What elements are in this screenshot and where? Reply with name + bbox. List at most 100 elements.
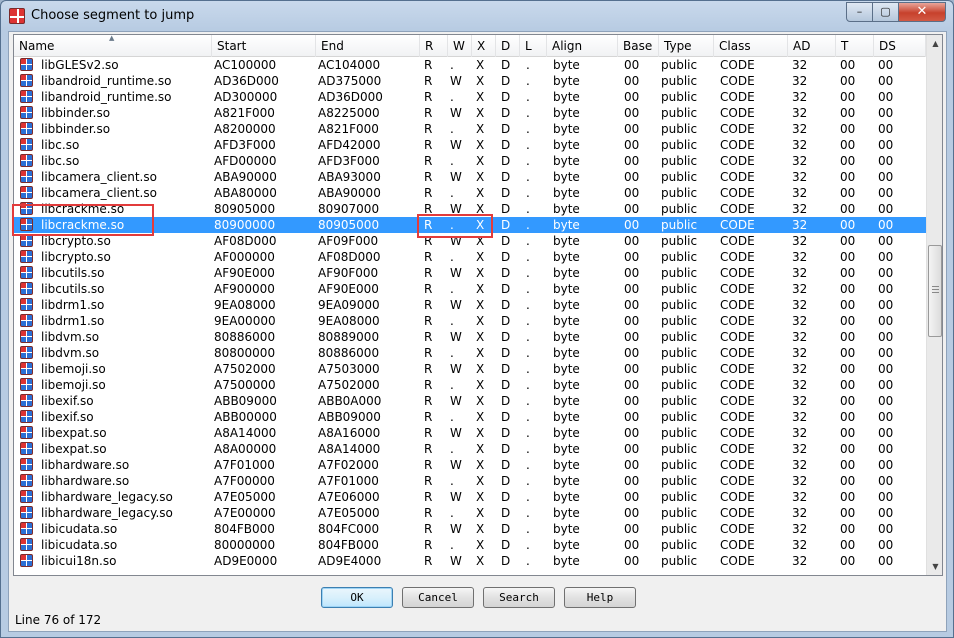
cell-type: public — [661, 90, 698, 104]
cell-name: libc.so — [41, 138, 80, 152]
table-row[interactable]: libcutils.so AF900000 AF90E000 R. X D. byte 00 p… — [14, 281, 926, 297]
minimize-button[interactable]: – — [846, 2, 873, 22]
column-header-l[interactable]: L — [520, 35, 547, 57]
cell-name: libdrm1.so — [41, 314, 105, 328]
column-header-x[interactable]: X — [472, 35, 496, 57]
cell-x: X — [476, 362, 485, 376]
column-header-class[interactable]: Class — [714, 35, 788, 57]
column-header-align[interactable]: Align — [547, 35, 618, 57]
table-row[interactable]: libdvm.so 80800000 80886000 R. X D. byte 00 publ… — [14, 345, 926, 361]
table-row[interactable]: libicudata.so 80000000 804FB000 R. X D. byte 00… — [14, 537, 926, 553]
cell-name: libcrypto.so — [41, 234, 111, 248]
table-row[interactable]: libemoji.so A7500000 A7502000 R. X D. byte 00 pu… — [14, 377, 926, 393]
table-row[interactable]: libhardware_legacy.so A7E05000 A7E06000 R W X… — [14, 489, 926, 505]
cell-d: D — [501, 250, 511, 264]
vertical-scrollbar[interactable]: ▲ ▼ — [926, 35, 942, 575]
cell-ad: 32 — [792, 218, 808, 232]
cancel-button[interactable]: Cancel — [402, 587, 474, 608]
column-header-start[interactable]: Start — [212, 35, 316, 57]
cell-name: libandroid_runtime.so — [41, 74, 172, 88]
help-button[interactable]: Help — [564, 587, 636, 608]
table-row[interactable]: libcrypto.so AF08D000 AF09F000 R W X D. byte 00 p… — [14, 233, 926, 249]
cell-type: public — [661, 330, 698, 344]
cell-r: R — [424, 170, 433, 184]
cell-end: AFD3F000 — [318, 154, 380, 168]
cell-w: W — [450, 266, 462, 280]
close-button[interactable]: ✕ — [898, 2, 946, 22]
table-row[interactable]: libdrm1.so 9EA08000 9EA09000 R W X D. byte 00 pub… — [14, 297, 926, 313]
segment-list[interactable]: Name ▲ Start End R W X D L Align Base Type Class AD T D… — [13, 34, 943, 576]
table-row[interactable]: libcrypto.so AF000000 AF08D000 R. X D. byte 00 p… — [14, 249, 926, 265]
cell-align: byte — [553, 394, 580, 408]
cell-base: 00 — [624, 106, 640, 120]
table-row[interactable]: libexpat.so A8A00000 A8A14000 R. X D. byte 00 pu… — [14, 441, 926, 457]
column-header-w[interactable]: W — [448, 35, 472, 57]
cell-d: D — [501, 90, 511, 104]
cell-l: . — [526, 378, 530, 392]
table-row[interactable]: libcutils.so AF90E000 AF90F000 R W X D. byte 00 p… — [14, 265, 926, 281]
table-row[interactable]: libcamera_client.so ABA90000 ABA93000 R W X D.… — [14, 169, 926, 185]
cell-end: A821F000 — [318, 122, 379, 136]
column-header-name[interactable]: Name ▲ — [14, 35, 212, 57]
column-header-base[interactable]: Base — [618, 35, 659, 57]
cell-type: public — [661, 442, 698, 456]
table-row[interactable]: libexif.so ABB09000 ABB0A000 R W X D. byte 00 pub… — [14, 393, 926, 409]
cell-start: ABA80000 — [214, 186, 277, 200]
cell-r: R — [424, 266, 433, 280]
column-header-ad[interactable]: AD — [788, 35, 836, 57]
table-row[interactable]: libdrm1.so 9EA00000 9EA08000 R. X D. byte 00 pub… — [14, 313, 926, 329]
cell-name: libcutils.so — [41, 266, 105, 280]
cell-d: D — [501, 426, 511, 440]
table-row[interactable]: libicudata.so 804FB000 804FC000 R W X D. byte 00… — [14, 521, 926, 537]
table-row[interactable]: libexif.so ABB00000 ABB09000 R. X D. byte 00 pub… — [14, 409, 926, 425]
cell-d: D — [501, 186, 511, 200]
table-row[interactable]: libandroid_runtime.so AD300000 AD36D000 R. X… — [14, 89, 926, 105]
table-row[interactable]: libdvm.so 80886000 80889000 R W X D. byte 00 publ… — [14, 329, 926, 345]
cell-r: R — [424, 154, 433, 168]
cell-ds: 00 — [878, 490, 894, 504]
table-row[interactable]: libicui18n.so AD9E0000 AD9E4000 R W X D. byte 00… — [14, 553, 926, 569]
table-row[interactable]: libc.so AFD00000 AFD3F000 R. X D. byte 00 public… — [14, 153, 926, 169]
ok-button[interactable]: OK — [321, 587, 393, 608]
table-row[interactable]: libcamera_client.so ABA80000 ABA90000 R. X D.… — [14, 185, 926, 201]
search-button[interactable]: Search — [483, 587, 555, 608]
cell-d: D — [501, 298, 511, 312]
cell-l: . — [526, 266, 530, 280]
column-header-type[interactable]: Type — [659, 35, 714, 57]
cell-r: R — [424, 138, 433, 152]
column-header-d[interactable]: D — [496, 35, 520, 57]
scroll-down-icon[interactable]: ▼ — [927, 558, 942, 575]
list-rows[interactable]: libGLESv2.so AC100000 AC104000 R. X D. byte 00 p… — [14, 57, 926, 575]
cell-ad: 32 — [792, 538, 808, 552]
title-bar[interactable]: Choose segment to jump – ▢ ✕ — [1, 1, 953, 31]
cell-ds: 00 — [878, 250, 894, 264]
column-header-ds[interactable]: DS — [874, 35, 926, 57]
table-row[interactable]: libexpat.so A8A14000 A8A16000 R W X D. byte 00 pu… — [14, 425, 926, 441]
cell-r: R — [424, 58, 433, 72]
table-row[interactable]: libhardware.so A7F00000 A7F01000 R. X D. byte 0… — [14, 473, 926, 489]
scroll-up-icon[interactable]: ▲ — [927, 35, 942, 52]
table-row[interactable]: libc.so AFD3F000 AFD42000 R W X D. byte 00 public… — [14, 137, 926, 153]
column-header-t[interactable]: T — [836, 35, 874, 57]
cell-ds: 00 — [878, 346, 894, 360]
table-row-selected[interactable]: libcrackme.so 80900000 80905000 R. X D. byte 00… — [14, 217, 926, 233]
table-row[interactable]: libcrackme.so 80905000 80907000 R W X D. byte 00… — [14, 201, 926, 217]
scroll-thumb[interactable] — [928, 245, 942, 337]
column-header-r[interactable]: R — [420, 35, 448, 57]
cell-r: R — [424, 90, 433, 104]
column-header-end[interactable]: End — [316, 35, 420, 57]
cell-ds: 00 — [878, 266, 894, 280]
table-row[interactable]: libbinder.so A8200000 A821F000 R. X D. byte 00 p… — [14, 121, 926, 137]
table-row[interactable]: libbinder.so A821F000 A8225000 R W X D. byte 00 p… — [14, 105, 926, 121]
cell-l: . — [526, 74, 530, 88]
table-row[interactable]: libhardware_legacy.so A7E00000 A7E05000 R. X… — [14, 505, 926, 521]
cell-t: 00 — [840, 74, 856, 88]
cell-align: byte — [553, 362, 580, 376]
table-row[interactable]: libemoji.so A7502000 A7503000 R W X D. byte 00 pu… — [14, 361, 926, 377]
cell-end: ABB0A000 — [318, 394, 382, 408]
maximize-button[interactable]: ▢ — [872, 2, 899, 22]
table-row[interactable]: libhardware.so A7F01000 A7F02000 R W X D. byte 0… — [14, 457, 926, 473]
cell-d: D — [501, 362, 511, 376]
table-row[interactable]: libGLESv2.so AC100000 AC104000 R. X D. byte 00 p… — [14, 57, 926, 73]
table-row[interactable]: libandroid_runtime.so AD36D000 AD375000 R W X… — [14, 73, 926, 89]
